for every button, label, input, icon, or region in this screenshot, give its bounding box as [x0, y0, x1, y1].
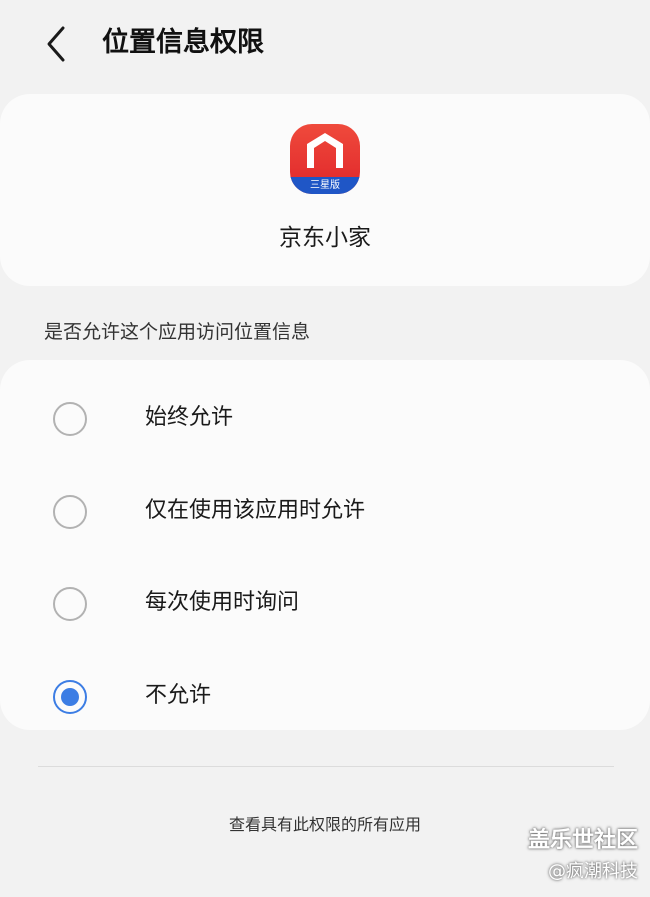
- permission-options-card: 始终允许 仅在使用该应用时允许 每次使用时询问 不允许: [0, 360, 650, 730]
- watermark-author: @疯潮科技: [548, 861, 638, 882]
- permission-question: 是否允许这个应用访问位置信息: [44, 321, 311, 343]
- app-info-card: 三星版 京东小家: [0, 94, 650, 286]
- chevron-left-icon: [47, 26, 65, 62]
- app-icon-badge: 三星版: [290, 177, 360, 194]
- page-title: 位置信息权限: [102, 27, 264, 58]
- watermark-community: 盖乐世社区: [527, 828, 638, 853]
- radio-selected-dot: [61, 688, 79, 706]
- option-label: 始终允许: [145, 405, 234, 430]
- top-bar: 位置信息权限: [0, 0, 650, 88]
- radio-button[interactable]: [53, 587, 87, 621]
- option-allow-while-using[interactable]: 仅在使用该应用时允许: [0, 468, 650, 560]
- radio-button[interactable]: [53, 402, 87, 436]
- option-always-allow[interactable]: 始终允许: [0, 375, 650, 467]
- radio-button[interactable]: [53, 495, 87, 529]
- radio-button-selected[interactable]: [53, 680, 87, 714]
- option-ask-every-time[interactable]: 每次使用时询问: [0, 560, 650, 652]
- back-button[interactable]: [30, 18, 82, 70]
- option-deny[interactable]: 不允许: [0, 653, 650, 745]
- divider: [38, 766, 614, 767]
- jd-home-app-icon: 三星版: [290, 124, 360, 194]
- option-label: 仅在使用该应用时允许: [145, 498, 366, 523]
- app-name: 京东小家: [279, 225, 371, 251]
- option-label: 每次使用时询问: [145, 590, 300, 615]
- option-label: 不允许: [145, 683, 212, 708]
